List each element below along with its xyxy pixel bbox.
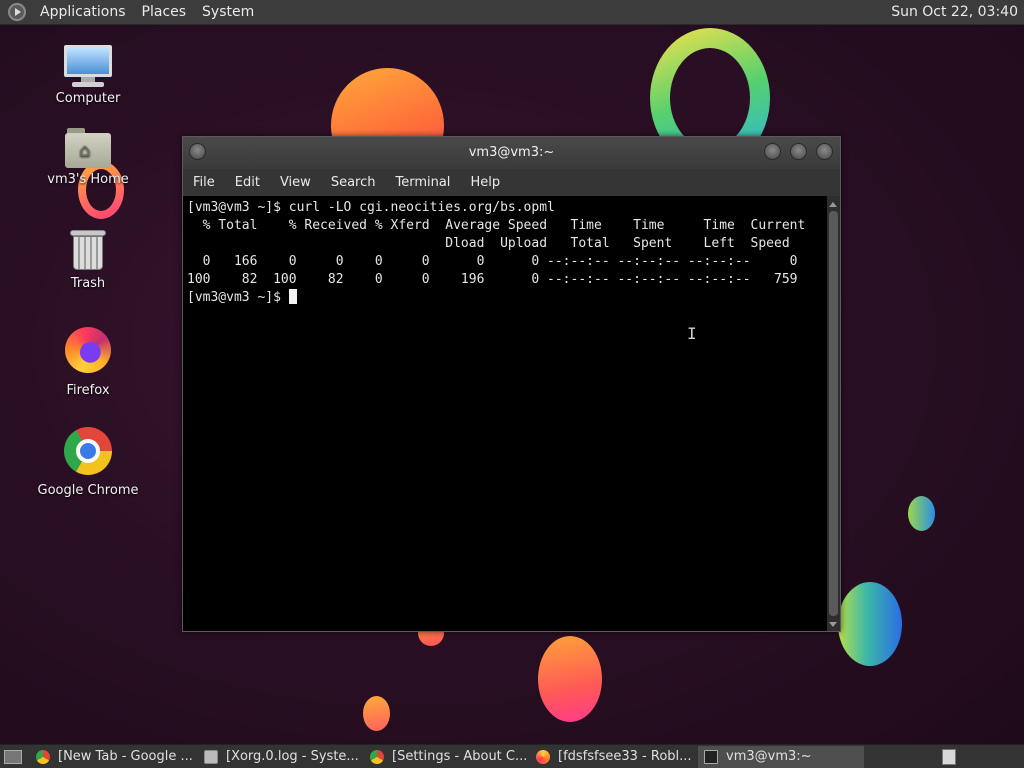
firefox-icon	[536, 749, 550, 764]
terminal-cursor	[288, 289, 297, 304]
window-menu-button[interactable]	[189, 143, 206, 160]
trash-icon	[70, 228, 106, 272]
wallpaper-blob	[908, 496, 935, 531]
taskbar-task-xorg-log[interactable]: [Xorg.0.log - Syste...	[198, 746, 364, 768]
desktop-icon-firefox[interactable]: Firefox	[28, 327, 148, 398]
window-titlebar[interactable]: vm3@vm3:~	[183, 137, 840, 169]
scrollbar-thumb[interactable]	[829, 211, 838, 616]
places-menu[interactable]: Places	[134, 4, 195, 20]
taskbar-task-settings[interactable]: [Settings - About C...	[364, 746, 530, 768]
system-menu[interactable]: System	[194, 4, 262, 20]
bottom-taskbar: [New Tab - Google ... [Xorg.0.log - Syst…	[0, 744, 1024, 768]
close-button[interactable]	[816, 143, 833, 160]
desktop-icon-label: vm3's Home	[47, 172, 129, 187]
window-title: vm3@vm3:~	[468, 145, 555, 160]
terminal-line: Dload Upload Total Spent Left Speed	[187, 236, 790, 251]
desktop-icon-chrome[interactable]: Google Chrome	[28, 427, 148, 498]
panel-clock[interactable]: Sun Oct 22, 03:40	[891, 4, 1018, 20]
desktop-icon-label: Google Chrome	[37, 483, 139, 498]
taskbar-task-new-tab[interactable]: [New Tab - Google ...	[30, 746, 198, 768]
task-label: [fdsfsfsee33 - Robl...	[558, 749, 692, 764]
chrome-icon	[64, 427, 112, 475]
distro-logo-icon[interactable]	[8, 3, 26, 21]
terminal-window[interactable]: vm3@vm3:~ File Edit View Search Terminal…	[182, 136, 841, 632]
chrome-icon	[370, 749, 384, 764]
desktop-icon-label: Trash	[70, 276, 106, 291]
show-desktop-icon[interactable]	[4, 749, 22, 764]
desktop-icon-computer[interactable]: Computer	[28, 45, 148, 106]
menu-terminal[interactable]: Terminal	[385, 175, 460, 190]
desktop-icon-label: Firefox	[66, 383, 110, 398]
terminal-output[interactable]: [vm3@vm3 ~]$ curl -LO cgi.neocities.org/…	[183, 196, 827, 631]
task-label: [Settings - About C...	[392, 749, 528, 764]
menu-view[interactable]: View	[270, 175, 321, 190]
task-label: [New Tab - Google ...	[58, 749, 193, 764]
terminal-line: 100 82 100 82 0 0 196 0 --:--:-- --:--:-…	[187, 272, 798, 287]
desktop-icon-label: Computer	[55, 91, 121, 106]
wallpaper-blob	[838, 582, 902, 666]
task-label: vm3@vm3:~	[726, 749, 812, 764]
computer-icon	[64, 45, 112, 87]
wallpaper-blob	[363, 696, 390, 731]
desktop-icon-home[interactable]: ⌂ vm3's Home	[28, 128, 148, 187]
chrome-icon	[36, 749, 50, 764]
terminal-menubar: File Edit View Search Terminal Help	[183, 169, 840, 196]
maximize-button[interactable]	[790, 143, 807, 160]
scroll-down-arrow-icon[interactable]	[829, 622, 837, 627]
desktop-icon-trash[interactable]: Trash	[28, 228, 148, 291]
terminal-icon	[704, 749, 718, 764]
task-label: [Xorg.0.log - Syste...	[226, 749, 359, 764]
taskbar-task-terminal[interactable]: vm3@vm3:~	[698, 745, 864, 768]
text-editor-icon	[204, 749, 218, 764]
menu-edit[interactable]: Edit	[225, 175, 270, 190]
ibeam-cursor-icon: I	[687, 324, 697, 343]
applications-menu[interactable]: Applications	[32, 4, 134, 20]
terminal-line: [vm3@vm3 ~]$ curl -LO cgi.neocities.org/…	[187, 200, 555, 215]
terminal-prompt: [vm3@vm3 ~]$	[187, 290, 289, 305]
minimize-button[interactable]	[764, 143, 781, 160]
terminal-line: % Total % Received % Xferd Average Speed…	[187, 218, 806, 233]
menu-file[interactable]: File	[183, 175, 225, 190]
top-panel: Applications Places System Sun Oct 22, 0…	[0, 0, 1024, 25]
scroll-up-arrow-icon[interactable]	[829, 202, 837, 207]
firefox-icon	[65, 327, 111, 373]
taskbar-task-firefox[interactable]: [fdsfsfsee33 - Robl...	[530, 746, 698, 768]
terminal-prompt-line: [vm3@vm3 ~]$	[187, 289, 827, 307]
terminal-scrollbar[interactable]	[827, 196, 840, 631]
menu-search[interactable]: Search	[321, 175, 386, 190]
terminal-line: 0 166 0 0 0 0 0 0 --:--:-- --:--:-- --:-…	[187, 254, 798, 269]
trash-applet-icon[interactable]	[942, 749, 956, 765]
home-folder-icon: ⌂	[65, 128, 111, 168]
wallpaper-blob	[538, 636, 602, 722]
menu-help[interactable]: Help	[460, 175, 510, 190]
